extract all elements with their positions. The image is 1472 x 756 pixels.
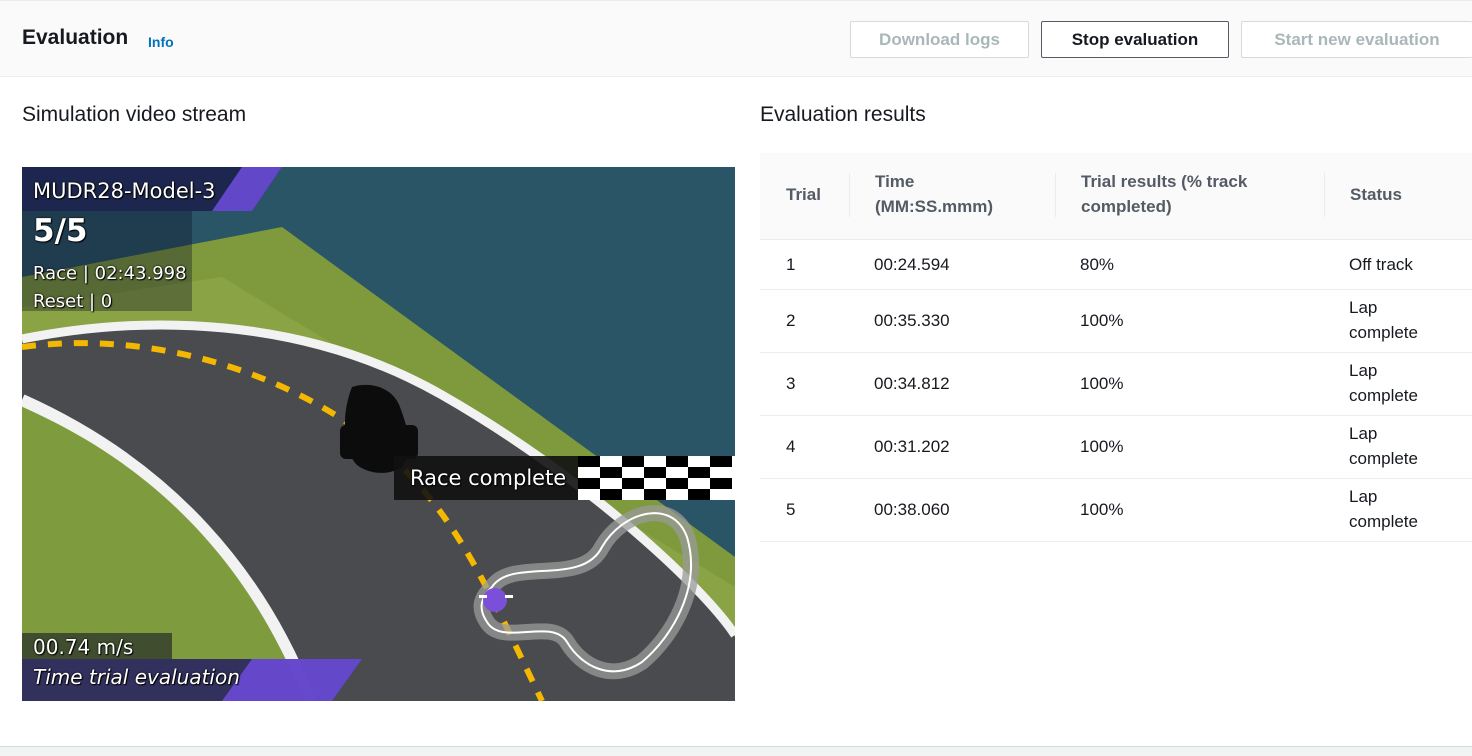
cell-status: Off track [1349, 255, 1413, 274]
evaluation-results-table: Trial Time (MM:SS.mmm) Trial results (% … [760, 153, 1472, 542]
cell-result: 100% [1080, 500, 1124, 519]
results-section-title: Evaluation results [760, 103, 926, 126]
cell-result: 100% [1080, 437, 1124, 456]
table-row: 1 00:24.594 80% Off track [760, 240, 1472, 290]
race-complete-banner: Race complete [410, 466, 567, 490]
speed-label: 00.74 m/s [33, 635, 134, 659]
cell-trial: 1 [786, 255, 796, 274]
table-row: 5 00:38.060 100% Lap complete [760, 479, 1472, 542]
cell-trial: 4 [786, 437, 796, 456]
lap-counter: 5/5 [33, 213, 88, 249]
table-row: 2 00:35.330 100% Lap complete [760, 290, 1472, 353]
cell-status: Lap complete [1349, 298, 1418, 342]
column-header-time: Time (MM:SS.mmm) [875, 172, 994, 216]
download-logs-button[interactable]: Download logs [850, 21, 1029, 58]
info-link[interactable]: Info [148, 34, 174, 50]
cell-time: 00:31.202 [874, 437, 950, 456]
start-new-evaluation-button[interactable]: Start new evaluation [1241, 21, 1472, 58]
cell-result: 100% [1080, 374, 1124, 393]
cell-result: 100% [1080, 311, 1124, 330]
reset-count-label: Reset | 0 [33, 291, 113, 312]
car-position-marker [483, 588, 507, 612]
table-row: 4 00:31.202 100% Lap complete [760, 416, 1472, 479]
cell-status: Lap complete [1349, 487, 1418, 531]
cell-time: 00:24.594 [874, 255, 950, 274]
column-divider [1055, 173, 1056, 217]
cell-time: 00:34.812 [874, 374, 950, 393]
evaluation-mode-label: Time trial evaluation [33, 665, 240, 689]
model-name-label: MUDR28-Model-3 [33, 179, 216, 203]
race-time-label: Race | 02:43.998 [33, 263, 187, 284]
simulation-section-title: Simulation video stream [22, 103, 247, 126]
column-divider [1324, 173, 1325, 217]
cell-result: 80% [1080, 255, 1115, 274]
cell-status: Lap complete [1349, 424, 1418, 468]
column-header-status: Status [1350, 185, 1402, 204]
cell-trial: 3 [786, 374, 796, 393]
cell-trial: 2 [786, 311, 796, 330]
table-header: Trial Time (MM:SS.mmm) Trial results (% … [760, 153, 1472, 240]
cell-status: Lap complete [1349, 361, 1418, 405]
table-row: 3 00:34.812 100% Lap complete [760, 353, 1472, 416]
cell-trial: 5 [786, 500, 796, 519]
checkered-flag [578, 456, 735, 500]
column-header-trial: Trial [786, 185, 821, 204]
stop-evaluation-button[interactable]: Stop evaluation [1041, 21, 1229, 58]
page-title: Evaluation [22, 26, 129, 49]
column-divider [849, 173, 850, 217]
cell-time: 00:35.330 [874, 311, 950, 330]
column-header-trial-results: Trial results (% track completed) [1081, 172, 1248, 216]
simulation-video-stream[interactable]: MUDR28-Model-3 5/5 Race | 02:43.998 Rese… [22, 167, 735, 701]
track-scene [22, 167, 735, 701]
page-header: Evaluation Info Download logs Stop evalu… [0, 0, 1472, 77]
cell-time: 00:38.060 [874, 500, 950, 519]
